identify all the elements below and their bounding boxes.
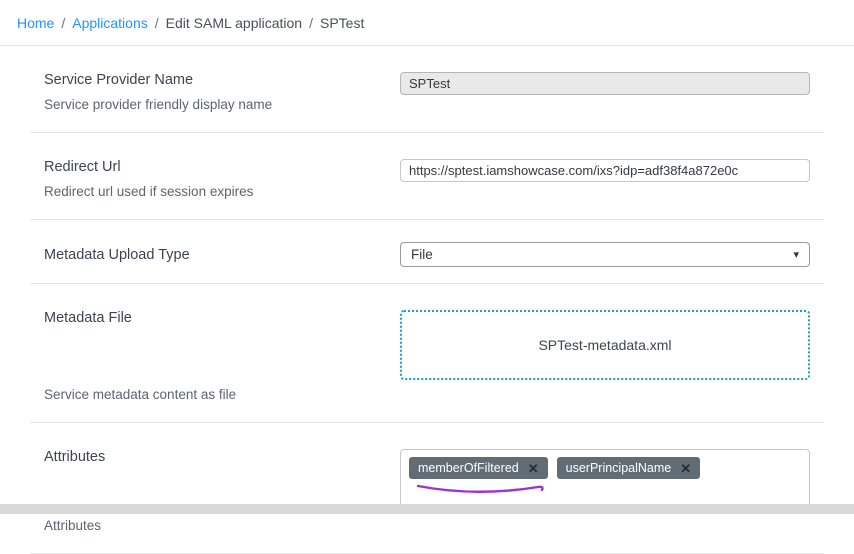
breadcrumb: Home / Applications / Edit SAML applicat… xyxy=(0,0,854,46)
attribute-chip: memberOfFiltered ✕ xyxy=(409,457,548,479)
metadata-file-dropzone[interactable]: SPTest-metadata.xml xyxy=(400,310,810,380)
breadcrumb-home[interactable]: Home xyxy=(17,15,54,31)
attribute-chip-label: memberOfFiltered xyxy=(418,461,519,475)
attribute-chip: userPrincipalName ✕ xyxy=(557,457,701,479)
metadata-file-sublabel: Service metadata content as file xyxy=(44,387,400,402)
breadcrumb-separator: / xyxy=(155,15,159,31)
redirect-url-sublabel: Redirect url used if session expires xyxy=(44,184,400,199)
metadata-upload-type-select[interactable]: File ▾ xyxy=(400,242,810,267)
attributes-label: Attributes xyxy=(44,449,400,465)
attributes-chips-box[interactable]: memberOfFiltered ✕ userPrincipalName ✕ xyxy=(400,449,810,507)
chevron-down-icon: ▾ xyxy=(793,248,799,261)
redirect-url-input[interactable] xyxy=(400,159,810,182)
attribute-chip-label: userPrincipalName xyxy=(566,461,672,475)
breadcrumb-edit-saml-application: Edit SAML application xyxy=(166,15,302,31)
service-provider-name-label: Service Provider Name xyxy=(44,72,400,88)
breadcrumb-applications[interactable]: Applications xyxy=(72,15,148,31)
service-provider-name-sublabel: Service provider friendly display name xyxy=(44,97,400,112)
breadcrumb-separator: / xyxy=(309,15,313,31)
form-row-redirect-url: Redirect Url Redirect url used if sessio… xyxy=(30,133,824,220)
metadata-upload-type-label: Metadata Upload Type xyxy=(44,247,400,263)
metadata-upload-type-selected-value: File xyxy=(411,247,433,262)
breadcrumb-separator: / xyxy=(61,15,65,31)
edit-saml-application-form: Service Provider Name Service provider f… xyxy=(0,46,854,554)
remove-attribute-icon[interactable]: ✕ xyxy=(528,462,539,475)
redirect-url-label: Redirect Url xyxy=(44,159,400,175)
metadata-file-label: Metadata File xyxy=(44,310,400,326)
remove-attribute-icon[interactable]: ✕ xyxy=(680,462,691,475)
service-provider-name-input[interactable] xyxy=(400,72,810,95)
page-bottom-edge xyxy=(0,504,854,514)
form-row-attributes: Attributes Attributes memberOfFiltered ✕… xyxy=(30,423,824,554)
metadata-file-filename: SPTest-metadata.xml xyxy=(538,337,671,353)
attributes-sublabel: Attributes xyxy=(44,518,400,533)
breadcrumb-sptest: SPTest xyxy=(320,15,364,31)
form-row-metadata-file: Metadata File Service metadata content a… xyxy=(30,284,824,423)
form-row-metadata-upload-type: Metadata Upload Type File ▾ xyxy=(30,220,824,284)
form-row-service-provider-name: Service Provider Name Service provider f… xyxy=(30,46,824,133)
